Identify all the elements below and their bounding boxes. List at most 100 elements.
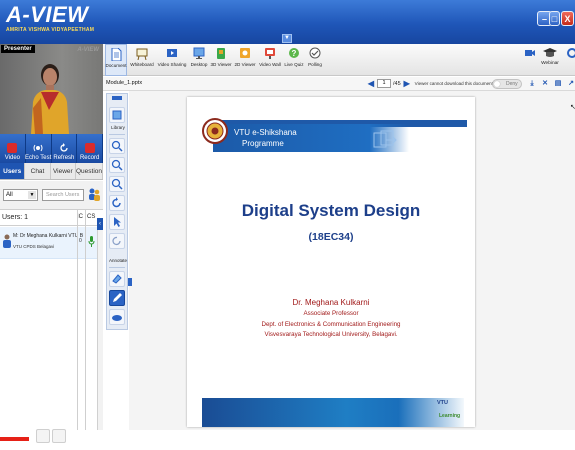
- slide-university: Visvesvaraya Technological University, B…: [264, 331, 398, 338]
- programme-line-2: Programme: [242, 139, 284, 148]
- document-tool[interactable]: Document: [105, 44, 127, 76]
- media-controls: Video Echo Test Refresh Record: [0, 134, 103, 163]
- polling-tool[interactable]: Polling: [306, 44, 324, 76]
- next-page-icon[interactable]: ▶: [403, 79, 411, 88]
- page-navigation: ◀ 1 /45 ▶ Viewer cannot download this do…: [367, 79, 493, 88]
- document-list-icon[interactable]: ▤: [553, 79, 563, 89]
- presenter-label: Presenter: [1, 45, 35, 53]
- slide-footer-band: [202, 398, 464, 427]
- column-divider: [77, 209, 78, 430]
- module-toolbar: Document Whiteboard Video Sharing Deskto…: [103, 44, 575, 76]
- expand-annotation-tools-button[interactable]: [128, 278, 132, 286]
- app-subtitle: AMRITA VISHWA VIDYAPEETHAM: [6, 27, 95, 33]
- pen-button[interactable]: [109, 290, 125, 306]
- current-page-input[interactable]: 1: [377, 79, 391, 88]
- maximize-button[interactable]: □: [549, 11, 560, 26]
- download-icon[interactable]: ⤓: [527, 79, 537, 89]
- whiteboard-label: Whiteboard: [130, 62, 154, 67]
- user-filter-value: All: [6, 192, 13, 198]
- video-sharing-label: Video Sharing: [157, 62, 187, 67]
- highlighter-button[interactable]: [109, 309, 125, 325]
- video-wall-tool[interactable]: Video Wall: [258, 44, 282, 76]
- 2d-viewer-icon: [240, 48, 250, 58]
- library-button[interactable]: [109, 107, 125, 123]
- slide-title: Digital System Design: [241, 201, 421, 220]
- annotation-toolbar-handle[interactable]: [112, 96, 122, 100]
- record-label: Record: [79, 155, 100, 161]
- mouse-cursor-icon: ↖: [570, 104, 575, 111]
- user-ic-value: 0: [79, 238, 82, 244]
- desktop-label: Desktop: [190, 62, 208, 67]
- tab-chat[interactable]: Chat: [25, 163, 51, 179]
- collapse-side-panel-button[interactable]: ‹: [97, 218, 103, 230]
- desktop-icon: [193, 47, 205, 59]
- document-bar: Module_1.pptx ◀ 1 /45 ▶ Viewer cannot do…: [103, 77, 575, 91]
- slide-designation: Associate Professor: [303, 310, 359, 317]
- presenter-figure: [31, 64, 69, 134]
- video-sharing-tool[interactable]: Video Sharing: [157, 44, 187, 76]
- close-button[interactable]: X: [561, 11, 574, 26]
- whiteboard-tool[interactable]: Whiteboard: [129, 44, 155, 76]
- video-progress-track[interactable]: [0, 437, 575, 441]
- video-button[interactable]: Video: [0, 134, 26, 163]
- fit-page-button[interactable]: [109, 176, 125, 192]
- users-list-header: Users: 1 IC CS: [0, 209, 103, 226]
- close-document-icon[interactable]: ✕: [540, 79, 550, 89]
- user-filter-select[interactable]: All ▼: [3, 189, 38, 201]
- collapse-header-button[interactable]: ▼: [282, 34, 292, 43]
- live-quiz-icon: ?: [289, 48, 299, 58]
- video-button-label: Video: [4, 155, 20, 161]
- 3d-viewer-tool[interactable]: 3D Viewer: [210, 44, 232, 76]
- total-pages: /45: [393, 80, 401, 87]
- 2d-viewer-tool[interactable]: 2D Viewer: [234, 44, 256, 76]
- webinar-label: Webinar: [541, 61, 559, 66]
- record-button[interactable]: Record: [77, 134, 103, 163]
- zoom-in-button[interactable]: [109, 138, 125, 154]
- previous-page-icon[interactable]: ◀: [367, 79, 375, 88]
- reset-button[interactable]: [109, 233, 125, 249]
- reset-icon: [112, 236, 121, 246]
- divider: [109, 267, 125, 268]
- zoom-out-button[interactable]: [109, 157, 125, 173]
- rotate-icon: [112, 197, 121, 208]
- tab-users[interactable]: Users: [0, 163, 26, 179]
- footer-logo-learning: Learning: [439, 413, 461, 419]
- microphone-icon[interactable]: [88, 236, 95, 247]
- expand-icon[interactable]: ↗: [566, 79, 575, 89]
- tab-viewer[interactable]: Viewer: [51, 163, 76, 179]
- camera-settings-button[interactable]: [523, 44, 537, 76]
- user-location: VTU CPDS Belagavi: [13, 244, 55, 249]
- settings-button[interactable]: [565, 44, 575, 76]
- users-scrollbar[interactable]: [97, 227, 103, 430]
- zoom-in-icon: [111, 140, 123, 152]
- annotate-label: Annotate: [108, 258, 127, 263]
- side-panel-tabs: Users Chat Viewer Question: [0, 163, 104, 180]
- camera-icon: [525, 50, 535, 56]
- echo-test-button[interactable]: Echo Test: [25, 134, 52, 163]
- download-permission-message: Viewer cannot download this document: [414, 81, 493, 86]
- desktop-tool[interactable]: Desktop: [189, 44, 209, 76]
- annotation-toolbar: Library Annotate: [106, 93, 128, 330]
- pointer-button[interactable]: [109, 214, 125, 230]
- player-button[interactable]: [36, 429, 50, 443]
- player-button[interactable]: [52, 429, 66, 443]
- user-group-icon[interactable]: [87, 187, 101, 202]
- refresh-label: Refresh: [53, 155, 75, 161]
- user-name: M: Dr Meghana Kulkarni VTU B: [13, 233, 84, 239]
- list-item[interactable]: M: Dr Meghana Kulkarni VTU B VTU CPDS Be…: [0, 227, 103, 259]
- refresh-button[interactable]: Refresh: [51, 134, 78, 163]
- live-quiz-tool[interactable]: ? Live Quiz: [284, 44, 304, 76]
- eraser-button[interactable]: [109, 271, 125, 287]
- search-users-input[interactable]: Search Users: [42, 189, 84, 201]
- highlighter-icon: [112, 315, 122, 321]
- slide-presenter-name: Dr. Meghana Kulkarni: [292, 298, 370, 307]
- library-label: Library: [111, 125, 125, 130]
- presenter-watermark: A-VIEW: [77, 47, 99, 53]
- 3d-viewer-label: 3D Viewer: [210, 62, 232, 67]
- polling-icon: [309, 47, 321, 59]
- rotate-button[interactable]: [109, 195, 125, 211]
- presenter-user-icon: [3, 234, 11, 248]
- webinar-button[interactable]: Webinar: [539, 44, 561, 76]
- tab-question[interactable]: Question: [76, 163, 104, 179]
- download-permission-toggle[interactable]: Deny: [492, 79, 522, 89]
